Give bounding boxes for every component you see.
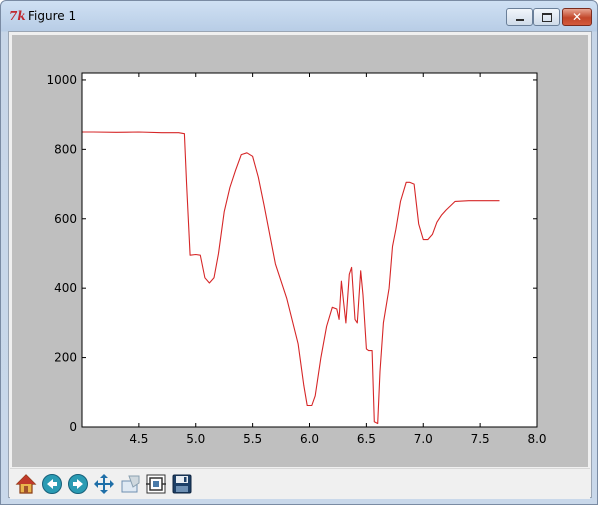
pan-button[interactable] [92,472,116,496]
x-tick-label: 7.5 [471,432,490,446]
forward-arrow-icon [68,474,88,494]
minimize-icon [515,19,524,21]
title-bar[interactable]: 7k Figure 1 ✕ [1,1,597,31]
forward-button[interactable] [66,472,90,496]
y-tick-label: 600 [54,212,77,226]
maximize-button[interactable] [533,8,560,26]
close-button[interactable]: ✕ [562,8,592,26]
y-tick-label: 800 [54,142,77,156]
back-arrow-icon [42,474,62,494]
x-tick-label: 5.0 [186,432,205,446]
subplots-button[interactable] [144,472,168,496]
figure-window: 7k Figure 1 ✕ 0 200 400 600 800 1000 4.5 5.0 5.5… [0,0,598,505]
minimize-button[interactable] [506,8,533,26]
figure-client-area: 0 200 400 600 800 1000 4.5 5.0 5.5 6.0 6.5 7.0 7.5 8.… [8,31,592,499]
save-button[interactable] [170,472,194,496]
x-tick-label: 5.5 [243,432,262,446]
maximize-icon [541,12,552,22]
zoom-rect-icon [121,475,140,493]
pan-arrows-icon [94,474,114,494]
home-icon [15,474,37,494]
subplots-config-icon [146,474,166,494]
tk-feather-icon: 7k [9,9,26,23]
x-tick-label: 4.5 [129,432,148,446]
zoom-button[interactable] [118,472,142,496]
line-chart[interactable]: 0 200 400 600 800 1000 4.5 5.0 5.5 6.0 6.5 7.0 7.5 8.… [12,35,588,467]
figure-canvas[interactable]: 0 200 400 600 800 1000 4.5 5.0 5.5 6.0 6.5 7.0 7.5 8.… [12,35,588,467]
x-tick-label: 7.0 [414,432,433,446]
floppy-disk-icon [172,474,192,494]
back-button[interactable] [40,472,64,496]
x-tick-label: 6.5 [357,432,376,446]
home-button[interactable] [14,472,38,496]
plot-area[interactable] [82,73,537,427]
close-icon: ✕ [571,10,583,24]
window-title: Figure 1 [28,9,77,23]
y-tick-label: 200 [54,351,77,365]
x-tick-label: 6.0 [300,432,319,446]
y-tick-label: 1000 [46,73,77,87]
navigation-toolbar [10,468,590,499]
x-tick-label: 8.0 [527,432,546,446]
y-tick-label: 0 [69,420,77,434]
y-tick-label: 400 [54,281,77,295]
